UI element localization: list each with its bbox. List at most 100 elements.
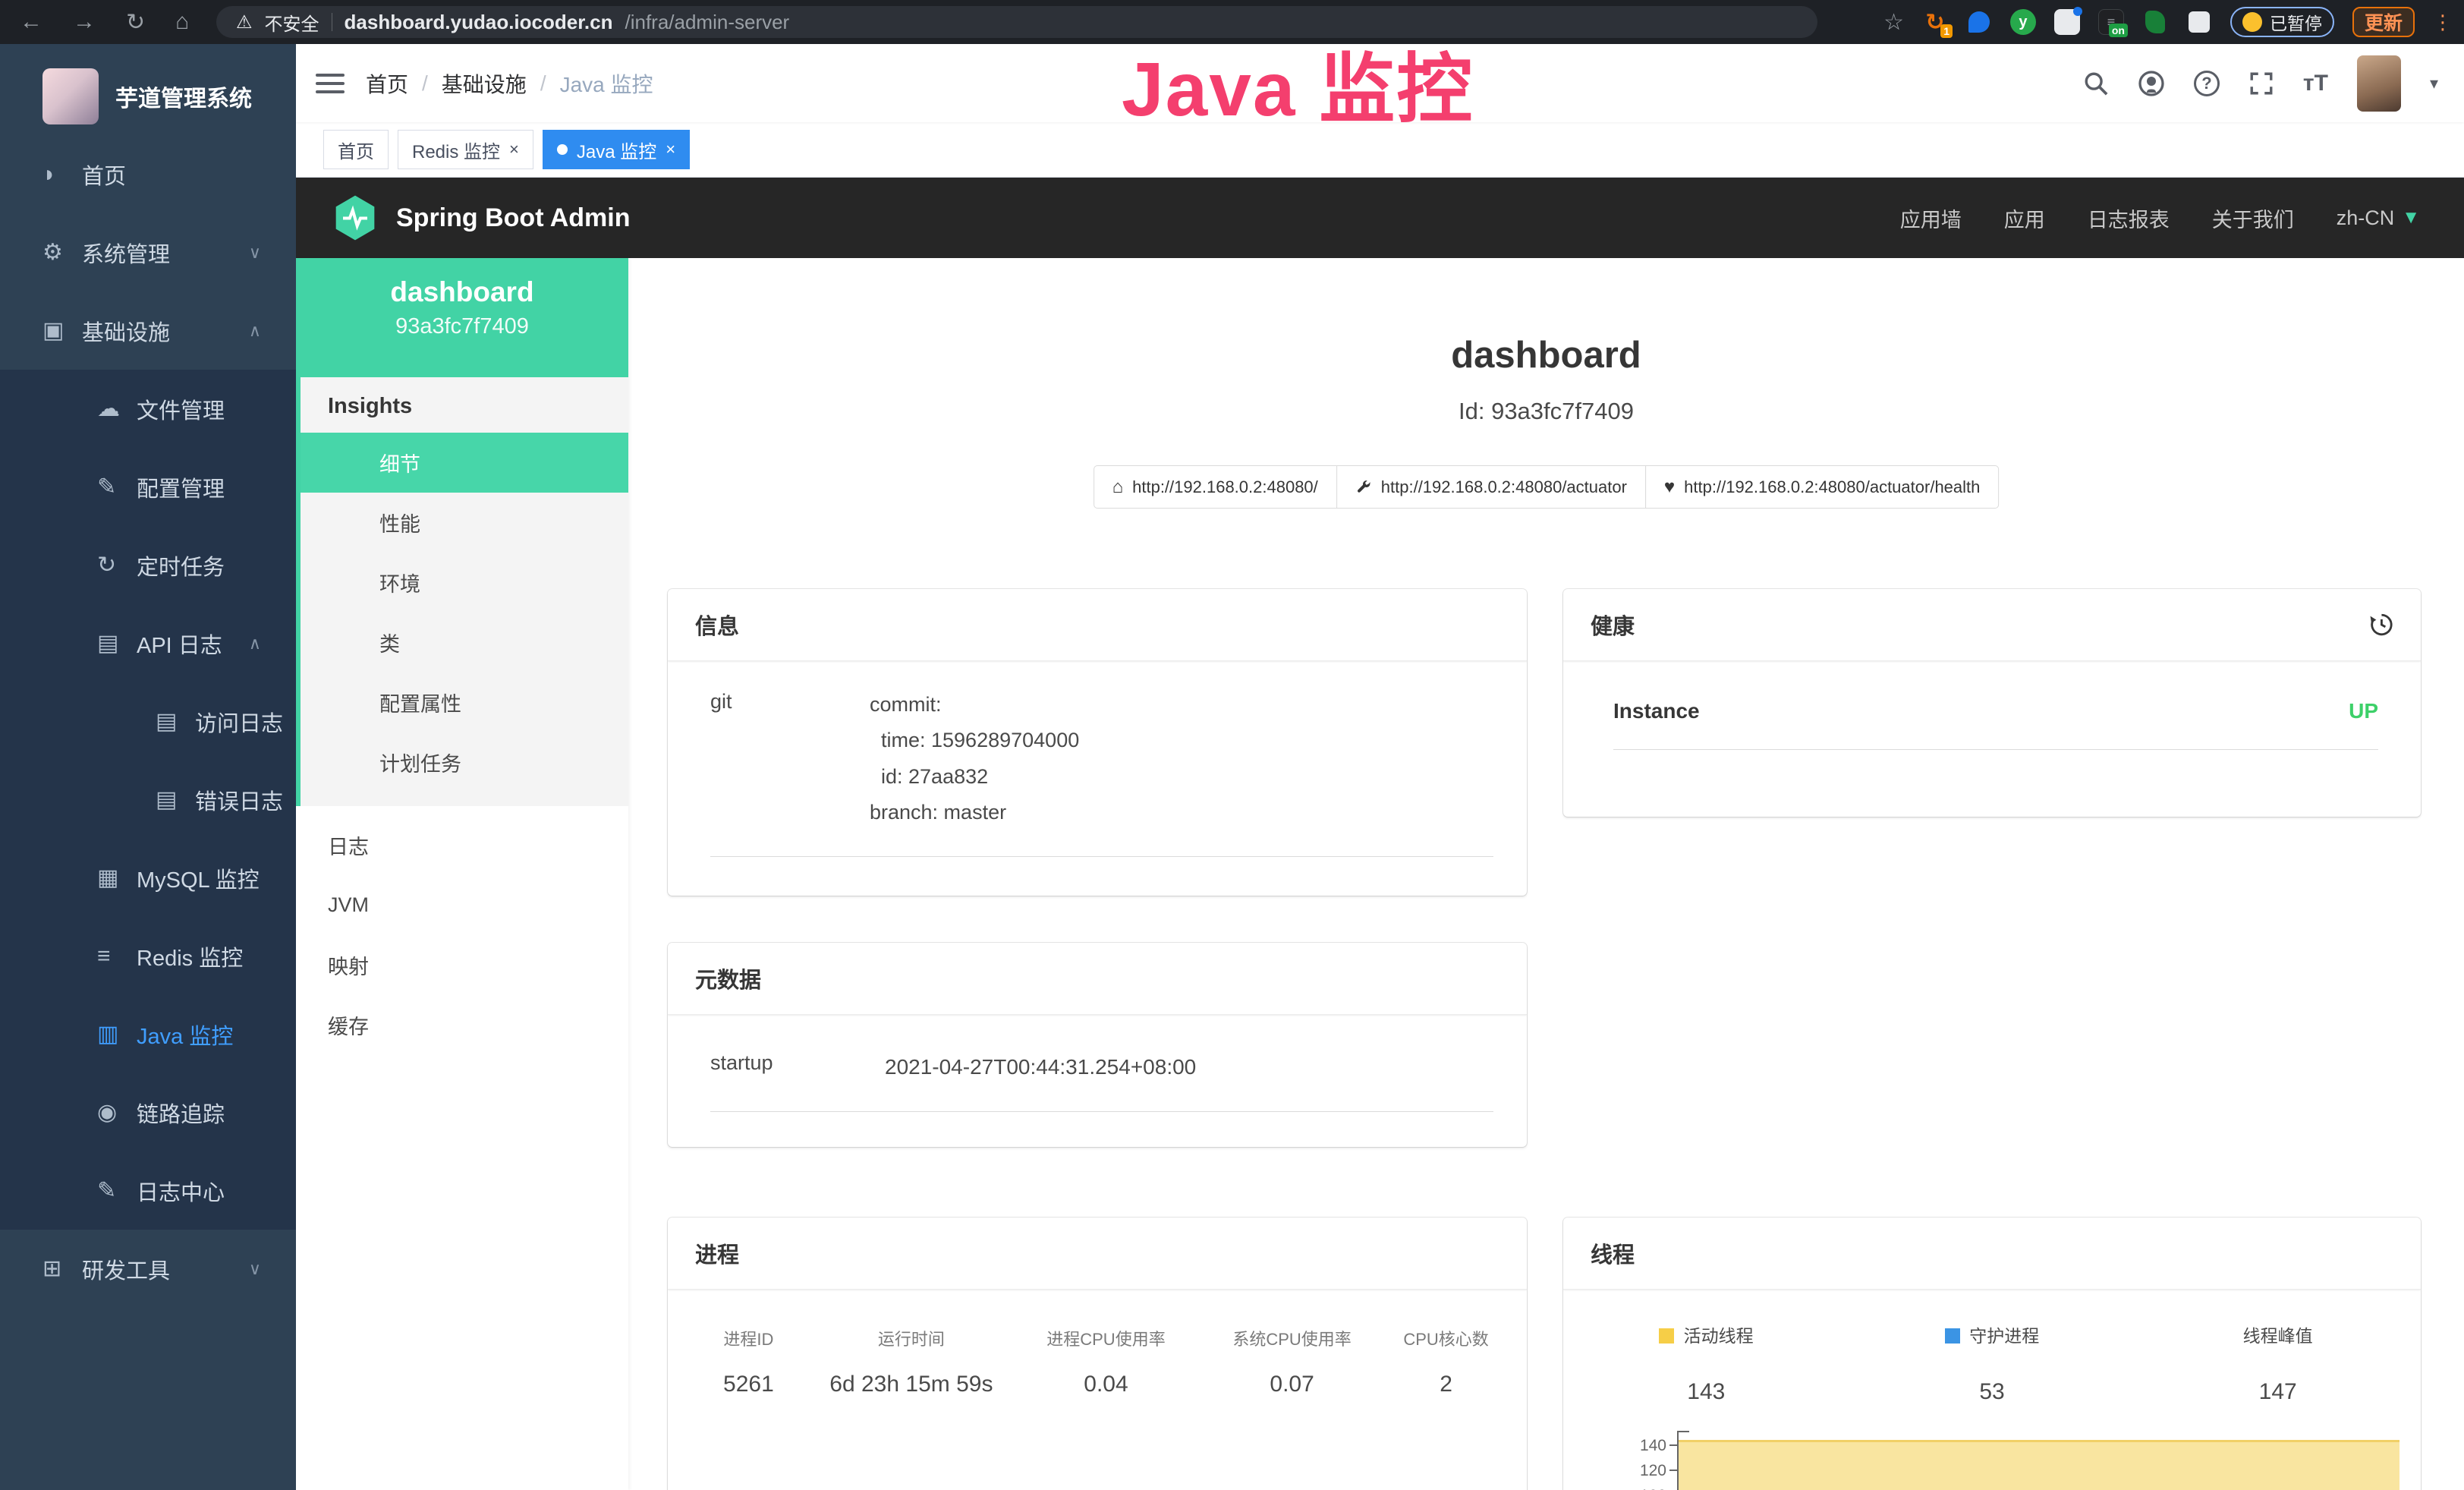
sidebar-item-trace[interactable]: ◉ 链路追踪: [0, 1073, 296, 1151]
home-icon[interactable]: ⌂: [175, 9, 189, 35]
avatar-caret-icon[interactable]: ▾: [2430, 74, 2438, 93]
chevron-up-icon: ∧: [249, 321, 261, 341]
insights-group: Insights 细节 性能 环境 类 配置属性 计划任务: [296, 377, 628, 806]
fullscreen-icon[interactable]: [2248, 71, 2274, 96]
tab-home[interactable]: 首页: [323, 130, 389, 169]
forward-icon[interactable]: →: [73, 9, 96, 35]
breadcrumb-current: Java 监控: [560, 68, 653, 99]
threads-card: 线程 活动线程 守护进程 线程峰值: [1563, 1218, 2421, 1490]
sidebar-toggle-icon[interactable]: [316, 68, 345, 99]
bookmark-star-icon[interactable]: ☆: [1883, 9, 1904, 36]
sidebar-item-scheduled-jobs[interactable]: ↻ 定时任务: [0, 526, 296, 604]
close-icon[interactable]: ×: [666, 140, 675, 159]
breadcrumb-home[interactable]: 首页: [366, 68, 408, 99]
process-col-header: 运行时间: [810, 1326, 1013, 1350]
breadcrumb-infra[interactable]: 基础设施: [442, 68, 527, 99]
sidebar-item-java-monitor[interactable]: ▥ Java 监控: [0, 995, 296, 1073]
y-axis-cap: [1677, 1431, 1689, 1432]
legend-square-yellow-icon: [1659, 1328, 1674, 1344]
extension-y-icon[interactable]: y: [2010, 9, 2036, 35]
sba-brand-title[interactable]: Spring Boot Admin: [396, 203, 630, 233]
sidebar-item-file-mgmt[interactable]: ☁ 文件管理: [0, 370, 296, 448]
sidebar-item-log-center[interactable]: ✎ 日志中心: [0, 1151, 296, 1230]
spring-boot-admin-logo[interactable]: [331, 194, 379, 242]
service-url-button[interactable]: ⌂ http://192.168.0.2:48080/: [1094, 465, 1337, 509]
sidebar-item-access-log[interactable]: ▤ 访问日志: [0, 682, 296, 761]
avatar[interactable]: [2357, 55, 2401, 112]
address-bar[interactable]: ⚠ 不安全 dashboard.yudao.iocoder.cn /infra/…: [216, 6, 1817, 38]
process-card-header: 进程: [668, 1218, 1527, 1290]
github-icon[interactable]: [2138, 70, 2165, 97]
sba-item-jvm[interactable]: JVM: [296, 875, 628, 935]
tags-view: 首页 Redis 监控 × Java 监控 ×: [296, 122, 2464, 178]
browser-chrome: ← → ↻ ⌂ ⚠ 不安全 dashboard.yudao.iocoder.cn…: [0, 0, 2464, 44]
tab-redis-monitor[interactable]: Redis 监控 ×: [398, 130, 533, 169]
log-edit-icon: ✎: [97, 1177, 137, 1204]
legend-square-blue-icon: [1945, 1328, 1960, 1344]
sba-item-details[interactable]: 细节: [301, 433, 628, 493]
actuator-url-button[interactable]: http://192.168.0.2:48080/actuator: [1336, 465, 1646, 509]
sba-item-metrics[interactable]: 性能: [301, 493, 628, 553]
sba-item-caches[interactable]: 缓存: [296, 995, 628, 1055]
reload-icon[interactable]: ↻: [126, 9, 145, 36]
close-icon[interactable]: ×: [509, 140, 519, 159]
sba-item-config-props[interactable]: 配置属性: [301, 673, 628, 732]
extension-refresh-icon[interactable]: ↻ 1: [1922, 9, 1948, 35]
paused-pill[interactable]: 已暂停: [2230, 7, 2334, 37]
text-size-icon[interactable]: тT: [2303, 71, 2328, 96]
security-label[interactable]: 不安全: [265, 9, 319, 36]
sidebar-item-infra[interactable]: ▣ 基础设施 ∧: [0, 291, 296, 370]
threads-card-header: 线程: [1563, 1218, 2421, 1290]
sba-content: dashboard Id: 93a3fc7f7409 ⌂ http://192.…: [628, 258, 2464, 1490]
sidebar-item-devtools[interactable]: ⊞ 研发工具 ∨: [0, 1230, 296, 1308]
extension-pin-icon[interactable]: [1966, 9, 1992, 35]
health-url-button[interactable]: ♥ http://192.168.0.2:48080/actuator/heal…: [1645, 465, 1999, 509]
tab-java-monitor[interactable]: Java 监控 ×: [543, 130, 690, 169]
sba-nav-about[interactable]: 关于我们: [2212, 203, 2294, 233]
info-key: git: [710, 687, 870, 830]
extension-puzzle-icon[interactable]: [2186, 9, 2212, 35]
help-icon[interactable]: ?: [2194, 71, 2220, 96]
browser-menu-icon[interactable]: ⋮: [2433, 11, 2453, 34]
sidebar-item-redis-monitor[interactable]: ≡ Redis 监控: [0, 917, 296, 995]
sba-language-select[interactable]: zh-CN ▼: [2337, 206, 2420, 230]
sba-nav-journal[interactable]: 日志报表: [2088, 203, 2170, 233]
sidebar-item-home[interactable]: ◗ 首页: [0, 135, 296, 213]
info-card-header: 信息: [668, 589, 1527, 661]
legend-label: 守护进程: [1969, 1326, 2039, 1346]
extension-list-icon[interactable]: ≡ on: [2098, 9, 2124, 35]
sba-nav-applications[interactable]: 应用: [2004, 203, 2045, 233]
sidebar-item-error-log[interactable]: ▤ 错误日志: [0, 761, 296, 839]
sba-item-environment[interactable]: 环境: [301, 553, 628, 613]
legend-label: 线程峰值: [2243, 1326, 2313, 1346]
extension-grid-icon[interactable]: [2054, 9, 2080, 35]
sba-nav-wallboard[interactable]: 应用墙: [1900, 203, 1962, 233]
warning-icon: ⚠: [236, 11, 253, 33]
home-icon: ⌂: [1112, 477, 1124, 498]
threads-values: 143 53 147: [1563, 1347, 2421, 1405]
edit-icon: ✎: [97, 474, 137, 500]
extension-on-badge: on: [2109, 24, 2128, 37]
sba-item-scheduled-tasks[interactable]: 计划任务: [301, 732, 628, 792]
metadata-card: 元数据 startup 2021-04-27T00:44:31.254+08:0…: [668, 943, 1527, 1147]
history-icon[interactable]: [2368, 612, 2393, 638]
update-button[interactable]: 更新: [2352, 7, 2415, 37]
sba-item-classes[interactable]: 类: [301, 613, 628, 673]
process-table: 进程ID 5261 运行时间 6d 23h 15m 59s 进程CPU使用率 0…: [668, 1290, 1527, 1397]
sba-item-logs[interactable]: 日志: [296, 815, 628, 875]
app-title: 芋道管理系统: [115, 80, 252, 113]
sidebar-item-config-mgmt[interactable]: ✎ 配置管理: [0, 448, 296, 526]
app-logo-row[interactable]: 芋道管理系统: [0, 44, 296, 135]
heartbeat-icon: ♥: [1664, 477, 1675, 498]
pin-icon: [1968, 11, 1990, 33]
sidebar-item-system[interactable]: ⚙ 系统管理 ∨: [0, 213, 296, 291]
info-value: commit: time: 1596289704000 id: 27aa832 …: [870, 687, 1079, 830]
sidebar-item-api-log[interactable]: ▤ API 日志 ∧: [0, 604, 296, 682]
sidebar-item-mysql-monitor[interactable]: ▦ MySQL 监控: [0, 839, 296, 917]
sba-item-mappings[interactable]: 映射: [296, 935, 628, 995]
extension-plant-icon[interactable]: [2142, 9, 2168, 35]
search-icon[interactable]: [2083, 71, 2109, 96]
breadcrumb: 首页 / 基础设施 / Java 监控: [366, 68, 653, 99]
legend-label: 活动线程: [1684, 1326, 1754, 1346]
back-icon[interactable]: ←: [20, 9, 42, 35]
